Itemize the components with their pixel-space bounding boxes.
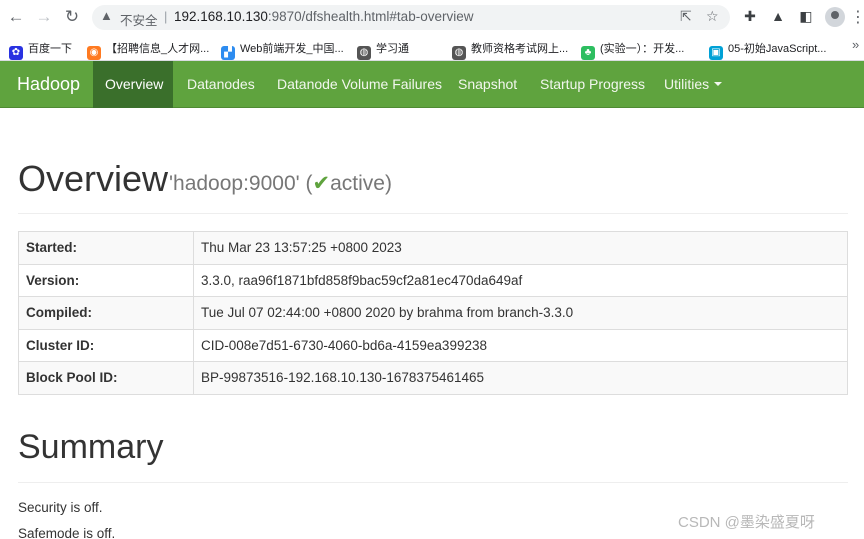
checkmark-icon: ✔ (312, 172, 331, 195)
safemode-status: Safemode is off. (18, 526, 116, 539)
globe-icon: ◍ (452, 46, 466, 60)
url-path: :9870/dfshealth.html#tab-overview (267, 9, 474, 24)
table-row: Block Pool ID: BP-99873516-192.168.10.13… (18, 361, 848, 395)
row-label: Started: (18, 231, 194, 265)
url-host: 192.168.10.130 (174, 9, 268, 24)
bookmark-item[interactable]: ◍ 学习通 (357, 40, 409, 60)
baidu-paw-icon: ✿ (9, 46, 23, 60)
address-bar[interactable]: ▲ 不安全 | 192.168.10.130:9870/dfshealth.ht… (92, 5, 730, 30)
table-row: Compiled: Tue Jul 07 02:44:00 +0800 2020… (18, 296, 848, 330)
summary-header: Summary (18, 427, 848, 483)
job-site-icon: ◉ (87, 46, 101, 60)
bookmark-item[interactable]: ✿ 百度一下 (9, 40, 72, 60)
caret-down-icon (714, 82, 723, 86)
bookmark-item[interactable]: ▞ Web前端开发_中国... (221, 40, 344, 60)
reload-icon[interactable]: ↻ (62, 7, 82, 27)
row-label: Block Pool ID: (18, 361, 194, 395)
row-value: CID-008e7d51-6730-4060-bd6a-4159ea399238 (193, 328, 848, 362)
tab-startup-progress[interactable]: Startup Progress (528, 61, 657, 108)
forward-arrow-icon[interactable]: → (34, 7, 54, 27)
bookmark-item[interactable]: ◉ 【招聘信息_人才网... (87, 40, 209, 60)
namenode-host: 'hadoop:9000' (169, 172, 300, 195)
bookmark-item[interactable]: ♣ (实验一）：开发... (581, 40, 684, 60)
url-separator: | (164, 9, 168, 24)
bookmark-item[interactable]: ◍ 教师资格考试网上... (452, 40, 568, 60)
table-row: Started: Thu Mar 23 13:57:25 +0800 2023 (18, 231, 848, 265)
row-label: Version: (18, 263, 194, 297)
bilibili-icon: ▣ (709, 46, 723, 60)
extensions-puzzle-icon[interactable]: ✚ (741, 8, 759, 25)
tab-overview[interactable]: Overview (93, 61, 173, 108)
profile-avatar-icon[interactable] (825, 7, 845, 27)
row-label: Compiled: (18, 296, 194, 330)
overview-header: Overview 'hadoop:9000' (✔active) (18, 158, 848, 214)
bookmark-item[interactable]: ▣ 05-初始JavaScript... (709, 40, 826, 60)
browser-toolbar: ← → ↻ ▲ 不安全 | 192.168.10.130:9870/dfshea… (0, 0, 864, 34)
tab-utilities[interactable]: Utilities (652, 61, 734, 108)
row-value: BP-99873516-192.168.10.130-1678375461465 (193, 361, 848, 395)
tab-datanode-volume-failures[interactable]: Datanode Volume Failures (265, 61, 454, 108)
warning-triangle-icon[interactable]: ▲ (100, 8, 113, 23)
bookmarks-overflow-icon[interactable]: » (852, 37, 859, 52)
url-text[interactable]: 192.168.10.130:9870/dfshealth.html#tab-o… (174, 9, 473, 24)
bookmarks-bar: ✿ 百度一下 ◉ 【招聘信息_人才网... ▞ Web前端开发_中国... ◍ 学习通 … (0, 34, 864, 61)
namenode-status: 'hadoop:9000' (✔active) (169, 172, 392, 195)
hadoop-navbar: Hadoop Overview Datanodes Datanode Volum… (0, 61, 864, 108)
row-value: 3.3.0, raa96f1871bfd858f9bac59cf2a81ec47… (193, 263, 848, 297)
tab-snapshot[interactable]: Snapshot (446, 61, 529, 108)
row-label: Cluster ID: (18, 328, 194, 362)
csdn-watermark: CSDN @墨染盛夏呀 (678, 514, 815, 531)
table-row: Cluster ID: CID-008e7d51-6730-4060-bd6a-… (18, 328, 848, 362)
page-title: Overview (18, 158, 169, 199)
navbar-brand[interactable]: Hadoop (17, 74, 80, 95)
side-panel-icon[interactable]: ◧ (797, 8, 815, 25)
row-value: Thu Mar 23 13:57:25 +0800 2023 (193, 231, 848, 265)
row-value: Tue Jul 07 02:44:00 +0800 2020 by brahma… (193, 296, 848, 330)
overview-info-table: Started: Thu Mar 23 13:57:25 +0800 2023 … (18, 231, 848, 395)
back-arrow-icon[interactable]: ← (6, 7, 26, 27)
ha-state: active (330, 172, 385, 195)
bookmark-star-icon[interactable]: ☆ (706, 8, 719, 25)
windows-flag-icon: ▞ (221, 46, 235, 60)
utilities-label: Utilities (664, 76, 710, 92)
table-row: Version: 3.3.0, raa96f1871bfd858f9bac59c… (18, 263, 848, 297)
share-icon[interactable]: ⇱ (680, 8, 692, 25)
security-status: Security is off. (18, 500, 103, 515)
globe-icon: ◍ (357, 46, 371, 60)
summary-title: Summary (18, 428, 164, 466)
tab-datanodes[interactable]: Datanodes (175, 61, 267, 108)
evernote-icon: ♣ (581, 46, 595, 60)
kebab-menu-icon[interactable]: ⋮ (850, 7, 864, 27)
lab-flask-icon[interactable]: ▲ (769, 8, 787, 24)
insecure-label[interactable]: 不安全 (120, 10, 158, 29)
